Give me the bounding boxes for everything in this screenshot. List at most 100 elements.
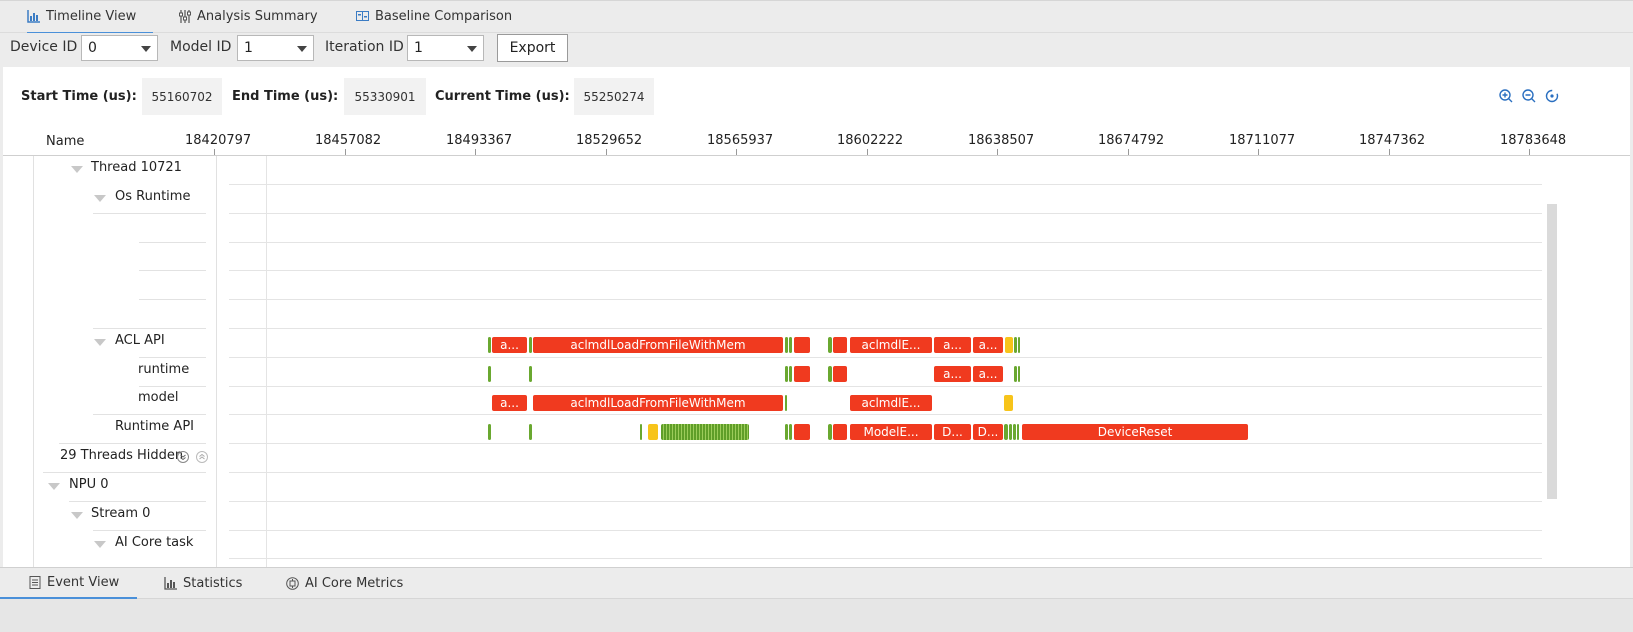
collapse-triangle-icon[interactable] [94,541,106,548]
event-bar[interactable] [1004,424,1008,440]
device-id-select[interactable]: 0 [81,35,158,61]
event-bar[interactable]: DeviceReset [1022,424,1248,440]
event-bar[interactable] [1009,424,1012,440]
reset-zoom-icon[interactable] [1545,89,1559,103]
timeline-origin-line [266,156,267,567]
current-time-value: 55250274 [574,78,654,115]
event-bar[interactable] [828,366,832,382]
event-bar[interactable] [1004,395,1013,411]
event-bar[interactable] [794,337,810,353]
event-bar[interactable] [833,366,847,382]
chevron-down-icon [467,46,477,52]
event-bar[interactable]: aclmdlE... [850,337,932,353]
event-bar[interactable]: D... [934,424,971,440]
event-bar[interactable] [789,424,792,440]
event-bar[interactable]: a... [973,337,1003,353]
event-bar[interactable] [1005,337,1013,353]
event-bar[interactable] [794,366,810,382]
tree-node-runtime-api[interactable]: Runtime API [115,419,194,434]
event-bar[interactable] [785,395,787,411]
expand-threads-icon[interactable] [177,451,189,463]
threads-hidden-label: 29 Threads Hidden [60,448,184,463]
tree-node-os-runtime[interactable]: Os Runtime [115,189,190,204]
event-bar[interactable] [488,366,491,382]
event-bar[interactable]: ModelE... [850,424,932,440]
collapse-triangle-icon[interactable] [94,195,106,202]
tree-separator [93,530,206,531]
event-bar[interactable] [1014,337,1017,353]
event-bar[interactable] [833,424,847,440]
device-id-label: Device ID [10,39,78,55]
tree-node-ai-core-task[interactable]: AI Core task [115,535,193,550]
event-bar-cluster[interactable] [661,424,749,440]
collapse-triangle-icon[interactable] [71,512,83,519]
axis-tick-label: 18529652 [576,133,643,148]
export-button[interactable]: Export [497,34,568,62]
event-bar[interactable]: a... [934,366,971,382]
zoom-out-icon[interactable] [1522,89,1536,103]
collapse-triangle-icon[interactable] [94,339,106,346]
tab-label: Statistics [183,576,243,591]
event-bar[interactable] [785,337,788,353]
event-bar[interactable] [789,337,792,353]
tab-ai-core-metrics[interactable]: AI Core Metrics [286,568,403,599]
event-bar[interactable] [1013,424,1016,440]
tab-label: Event View [47,575,120,590]
event-bar[interactable] [833,337,847,353]
tab-event-view[interactable]: Event View [0,568,137,599]
tab-timeline-view[interactable]: Timeline View [27,1,153,34]
event-bar[interactable] [488,337,491,353]
collapse-threads-icon[interactable] [196,451,208,463]
model-id-select[interactable]: 1 [237,35,314,61]
event-bar[interactable] [648,424,658,440]
event-bar[interactable]: a... [934,337,971,353]
vertical-scrollbar[interactable] [1547,204,1557,499]
tab-statistics[interactable]: Statistics [164,568,242,599]
event-bar[interactable]: aclmdlE... [850,395,932,411]
event-bar[interactable] [794,424,810,440]
axis-tick [1128,149,1129,155]
event-bar[interactable] [785,424,788,440]
collapse-triangle-icon[interactable] [48,483,60,490]
event-bar[interactable] [1017,424,1019,440]
event-bar[interactable] [828,337,832,353]
tree-separator [139,386,206,387]
event-bar[interactable]: a... [492,395,527,411]
event-bar[interactable]: a... [492,337,527,353]
event-bar[interactable] [1018,366,1020,382]
current-time-label: Current Time (us): [435,89,570,104]
event-bar[interactable] [828,424,832,440]
event-bar[interactable]: D... [973,424,1003,440]
tree-node-model[interactable]: model [138,390,178,405]
event-bar[interactable] [529,424,532,440]
tree-separator [43,472,206,473]
tree-node-stream[interactable]: Stream 0 [91,506,150,521]
tab-baseline-comparison[interactable]: Baseline Comparison [356,1,512,32]
tree-node-npu[interactable]: NPU 0 [69,477,108,492]
event-bar[interactable] [529,337,532,353]
tab-label: Analysis Summary [197,9,318,24]
event-bar[interactable]: aclmdlLoadFromFileWithMem [533,395,783,411]
axis-tick [1389,149,1390,155]
tree-separator [69,501,206,502]
tab-analysis-summary[interactable]: Analysis Summary [178,1,318,32]
tree-node-runtime[interactable]: runtime [138,362,189,377]
axis-tick-label: 18638507 [968,133,1035,148]
zoom-in-icon[interactable] [1499,89,1513,103]
event-bar[interactable] [789,366,792,382]
collapse-triangle-icon[interactable] [71,166,83,173]
tree-node-acl-api[interactable]: ACL API [115,333,165,348]
event-bar[interactable]: aclmdlLoadFromFileWithMem [533,337,783,353]
tree-separator [93,213,206,214]
tree-separator [139,357,206,358]
event-bar[interactable] [529,366,532,382]
event-bar[interactable] [1014,366,1017,382]
event-bar[interactable] [1018,337,1020,353]
event-bar[interactable] [640,424,642,440]
event-bar[interactable] [785,366,788,382]
iteration-id-select[interactable]: 1 [407,35,484,61]
tree-node-thread[interactable]: Thread 10721 [91,160,182,175]
name-column-header: Name [46,134,85,149]
event-bar[interactable] [488,424,491,440]
event-bar[interactable]: a... [973,366,1003,382]
